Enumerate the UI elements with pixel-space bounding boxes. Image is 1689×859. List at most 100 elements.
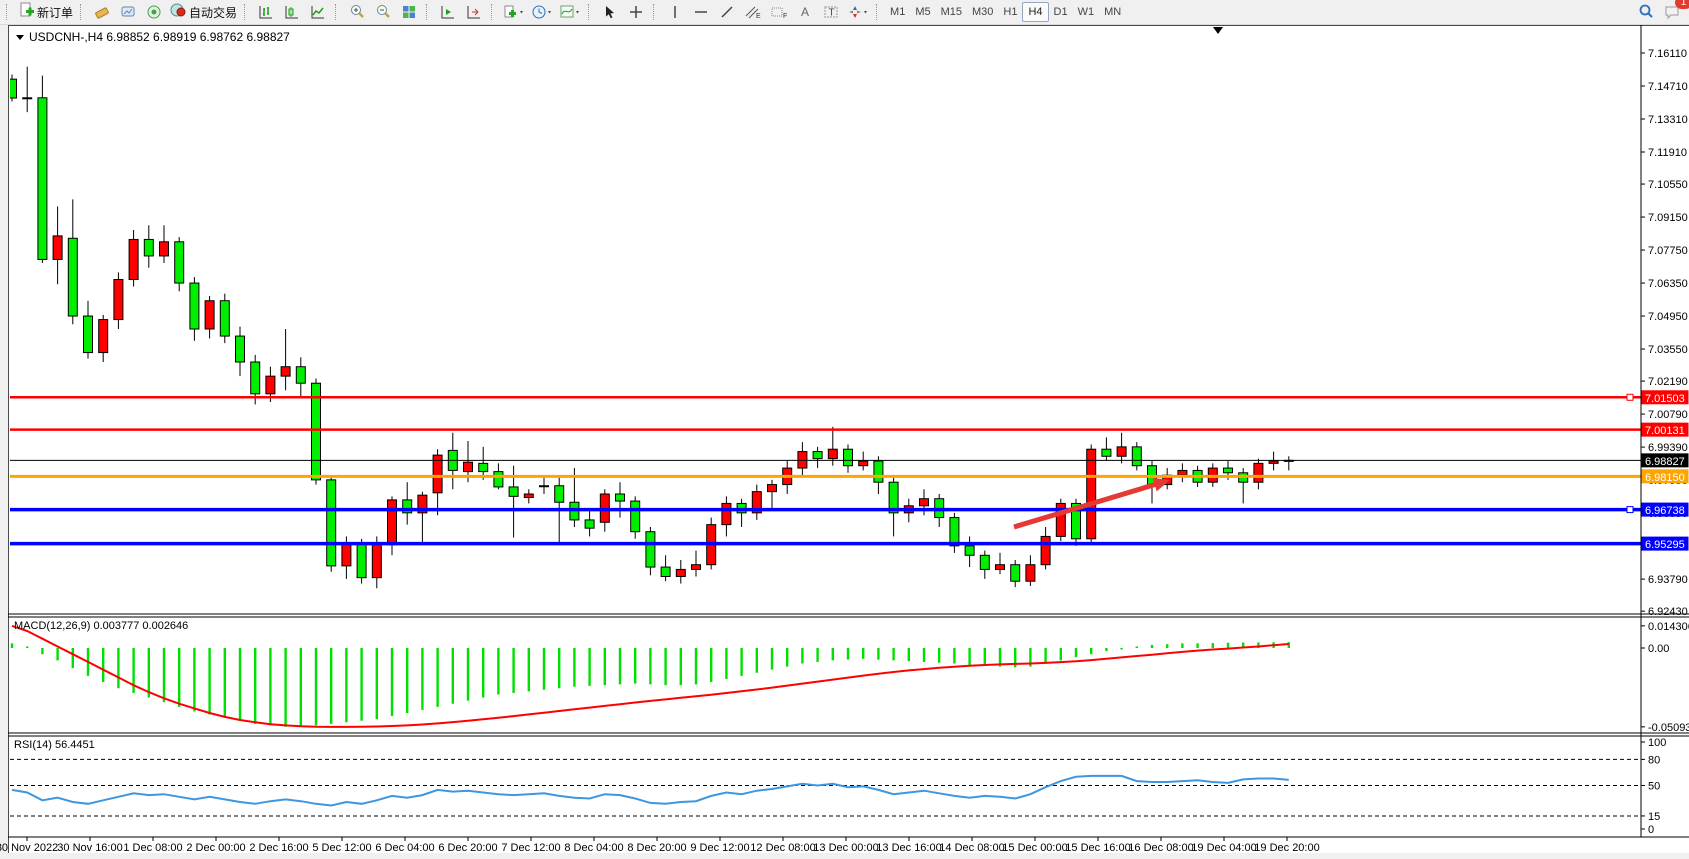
price-axis-tick: 6.93790 (1648, 574, 1688, 586)
chat-button[interactable]: 1 (1659, 2, 1685, 22)
toolbar-grip (876, 4, 881, 20)
bar-chart-button[interactable] (253, 2, 279, 22)
candle (464, 462, 473, 471)
svg-text:A: A (801, 5, 809, 19)
arrows-dropdown[interactable] (844, 2, 872, 22)
autotrade-label: 自动交易 (189, 4, 237, 21)
candle (950, 518, 959, 546)
candlestick-button[interactable] (279, 2, 305, 22)
horizontal-line-button[interactable] (688, 2, 714, 22)
candle (160, 242, 169, 256)
chart-title: USDCNH-,H4 6.98852 6.98919 6.98762 6.988… (16, 30, 290, 44)
time-axis-label: 6 Dec 20:00 (438, 842, 497, 854)
time-axis-label: 6 Dec 04:00 (375, 842, 434, 854)
candle (661, 567, 670, 576)
auto-scroll-button[interactable] (435, 2, 461, 22)
timeframe-m5-button[interactable]: M5 (910, 3, 935, 21)
rsi-indicator-label: RSI(14) 56.4451 (14, 739, 95, 751)
candle (768, 485, 777, 492)
candle (38, 98, 47, 260)
candle (646, 532, 655, 567)
candle (920, 499, 929, 506)
svg-text:6.98150: 6.98150 (1645, 472, 1685, 484)
toolbar-grip (6, 4, 11, 20)
candle (813, 452, 822, 459)
price-axis-tick: 7.14710 (1648, 81, 1688, 93)
line-chart-button[interactable] (305, 2, 331, 22)
eraser-button[interactable] (89, 2, 115, 22)
fibonacci-button[interactable]: E (740, 2, 766, 22)
timeframe-h1-button[interactable]: H1 (998, 3, 1022, 21)
candle (114, 280, 123, 320)
cycles-button[interactable]: F (766, 2, 792, 22)
timeframe-m1-button[interactable]: M1 (885, 3, 910, 21)
line-handle[interactable] (1627, 394, 1633, 400)
price-axis-tick: 6.92430 (1648, 606, 1688, 618)
time-axis-label: 12 Dec 08:00 (750, 842, 815, 854)
time-axis-label: 13 Dec 16:00 (876, 842, 941, 854)
timeframe-m30-button[interactable]: M30 (967, 3, 998, 21)
candle (296, 367, 305, 383)
indicators-dropdown[interactable] (556, 2, 584, 22)
autotrade-button[interactable]: 自动交易 (167, 2, 240, 22)
chart-shift-marker[interactable] (1213, 27, 1223, 34)
trendline-button[interactable] (714, 2, 740, 22)
timeframe-h4-button[interactable]: H4 (1022, 2, 1048, 22)
macd-layer (11, 626, 1290, 727)
candle (236, 336, 245, 362)
candle (129, 239, 138, 279)
candle (479, 463, 488, 471)
candle (266, 376, 275, 394)
candle (327, 480, 336, 566)
candle (828, 449, 837, 458)
candle (1269, 461, 1278, 463)
search-button[interactable] (1633, 2, 1659, 22)
cursor-button[interactable] (597, 2, 623, 22)
candle (844, 449, 853, 465)
time-axis-label: 15 Dec 16:00 (1065, 842, 1130, 854)
vertical-line-button[interactable] (662, 2, 688, 22)
text-button[interactable]: A (792, 2, 818, 22)
price-axis-tick: 7.07750 (1648, 245, 1688, 257)
candle (1102, 449, 1111, 456)
candle (1132, 447, 1141, 466)
time-axis-label: 19 Dec 20:00 (1254, 842, 1319, 854)
svg-text:E: E (756, 13, 761, 20)
candle (23, 98, 32, 99)
timeframe-mn-button[interactable]: MN (1099, 3, 1126, 21)
line-handle[interactable] (1627, 507, 1633, 513)
tile-windows-button[interactable] (396, 2, 422, 22)
timeframe-w1-button[interactable]: W1 (1073, 3, 1100, 21)
candle (631, 501, 640, 532)
time-axis-label: 8 Dec 20:00 (627, 842, 686, 854)
rsi-axis-tick: 15 (1648, 811, 1660, 823)
rsi-axis-tick: 0 (1648, 824, 1654, 836)
chart-shift-button[interactable] (461, 2, 487, 22)
toolbar-grip (426, 4, 431, 20)
svg-text:6.95295: 6.95295 (1645, 539, 1685, 551)
time-axis-label: 1 Dec 08:00 (123, 842, 182, 854)
zoom-in-button[interactable] (344, 2, 370, 22)
chart-canvas[interactable]: 7.161107.147107.133107.119107.105507.091… (0, 0, 1689, 859)
crosshair-button[interactable] (623, 2, 649, 22)
price-axis-tick: 7.00790 (1648, 409, 1688, 421)
zoom-out-button[interactable] (370, 2, 396, 22)
candle (1117, 447, 1126, 456)
candle (144, 239, 153, 255)
new-chart-dropdown[interactable] (500, 2, 528, 22)
signals-button[interactable] (141, 2, 167, 22)
candle (342, 543, 351, 565)
price-axis-tick: 7.03550 (1648, 344, 1688, 356)
candle (372, 543, 381, 577)
timeframe-m15-button[interactable]: M15 (936, 3, 967, 21)
timeframe-d1-button[interactable]: D1 (1049, 3, 1073, 21)
profile-button[interactable] (115, 2, 141, 22)
new-order-button[interactable]: 新订单 (15, 2, 76, 22)
price-axis-tick: 7.16110 (1648, 48, 1687, 60)
symbol-dropdown-icon[interactable] (16, 35, 24, 40)
time-axis-label: 9 Dec 12:00 (690, 842, 749, 854)
macd-axis-tick: 0.014306 (1648, 621, 1689, 633)
text-label-button[interactable]: T (818, 2, 844, 22)
profiles-dropdown[interactable] (528, 2, 556, 22)
macd-axis-tick: -0.050937 (1648, 722, 1689, 734)
